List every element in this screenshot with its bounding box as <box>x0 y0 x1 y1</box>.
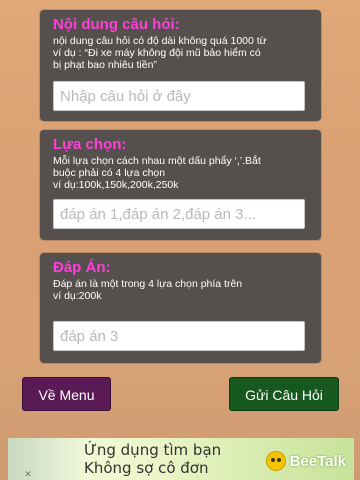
ad-brand-name: BeeTalk <box>289 452 346 470</box>
question-hint-line3: bị phạt bao nhiêu tiền” <box>53 59 157 71</box>
choices-hint-line3: ví dụ:100k,150k,200k,250k <box>53 179 179 191</box>
question-hint: nội dung câu hỏi có độ dài không quá 100… <box>53 35 315 71</box>
choices-hint: Mỗi lựa chọn cách nhau một dấu phẩy ‘,’.… <box>53 155 315 191</box>
answer-title: Đáp Án: <box>53 259 111 276</box>
answer-hint: Đáp án là một trong 4 lựa chọn phía trên… <box>53 278 315 302</box>
answer-hint-line1: Đáp án là một trong 4 lựa chọn phía trên <box>53 278 243 290</box>
ad-decoration <box>8 438 88 480</box>
choices-hint-line1: Mỗi lựa chọn cách nhau một dấu phẩy ‘,’.… <box>53 155 261 167</box>
question-panel: Nội dung câu hỏi: nội dung câu hỏi có độ… <box>40 10 321 121</box>
bee-icon <box>266 451 286 471</box>
answer-input[interactable] <box>53 321 305 351</box>
question-hint-line2: ví dụ : “Đi xe máy không đội mũ bảo hiểm… <box>53 47 261 59</box>
choices-hint-line2: buộc phải có 4 lựa chọn <box>53 167 166 179</box>
question-hint-line1: nội dung câu hỏi có độ dài không quá 100… <box>53 35 267 47</box>
send-question-button[interactable]: Gửi Câu Hỏi <box>229 377 339 411</box>
question-title: Nội dung câu hỏi: <box>53 16 180 33</box>
answer-panel: Đáp Án: Đáp án là một trong 4 lựa chọn p… <box>40 253 321 363</box>
choices-panel: Lựa chọn: Mỗi lựa chọn cách nhau một dấu… <box>40 130 321 240</box>
question-input[interactable] <box>53 81 305 111</box>
ad-close-icon[interactable]: ✕ <box>22 468 34 480</box>
ad-banner[interactable]: ✕ Ứng dụng tìm bạn Không sợ cô đơn BeeTa… <box>8 438 354 480</box>
choices-input[interactable] <box>53 199 305 229</box>
ad-brand: BeeTalk <box>266 450 346 472</box>
ad-headline: Ứng dụng tìm bạn <box>84 441 222 459</box>
answer-hint-line2: ví dụ:200k <box>53 290 102 302</box>
back-to-menu-button[interactable]: Về Menu <box>22 377 111 411</box>
choices-title: Lựa chọn: <box>53 136 127 153</box>
ad-subline: Không sợ cô đơn <box>84 459 209 477</box>
